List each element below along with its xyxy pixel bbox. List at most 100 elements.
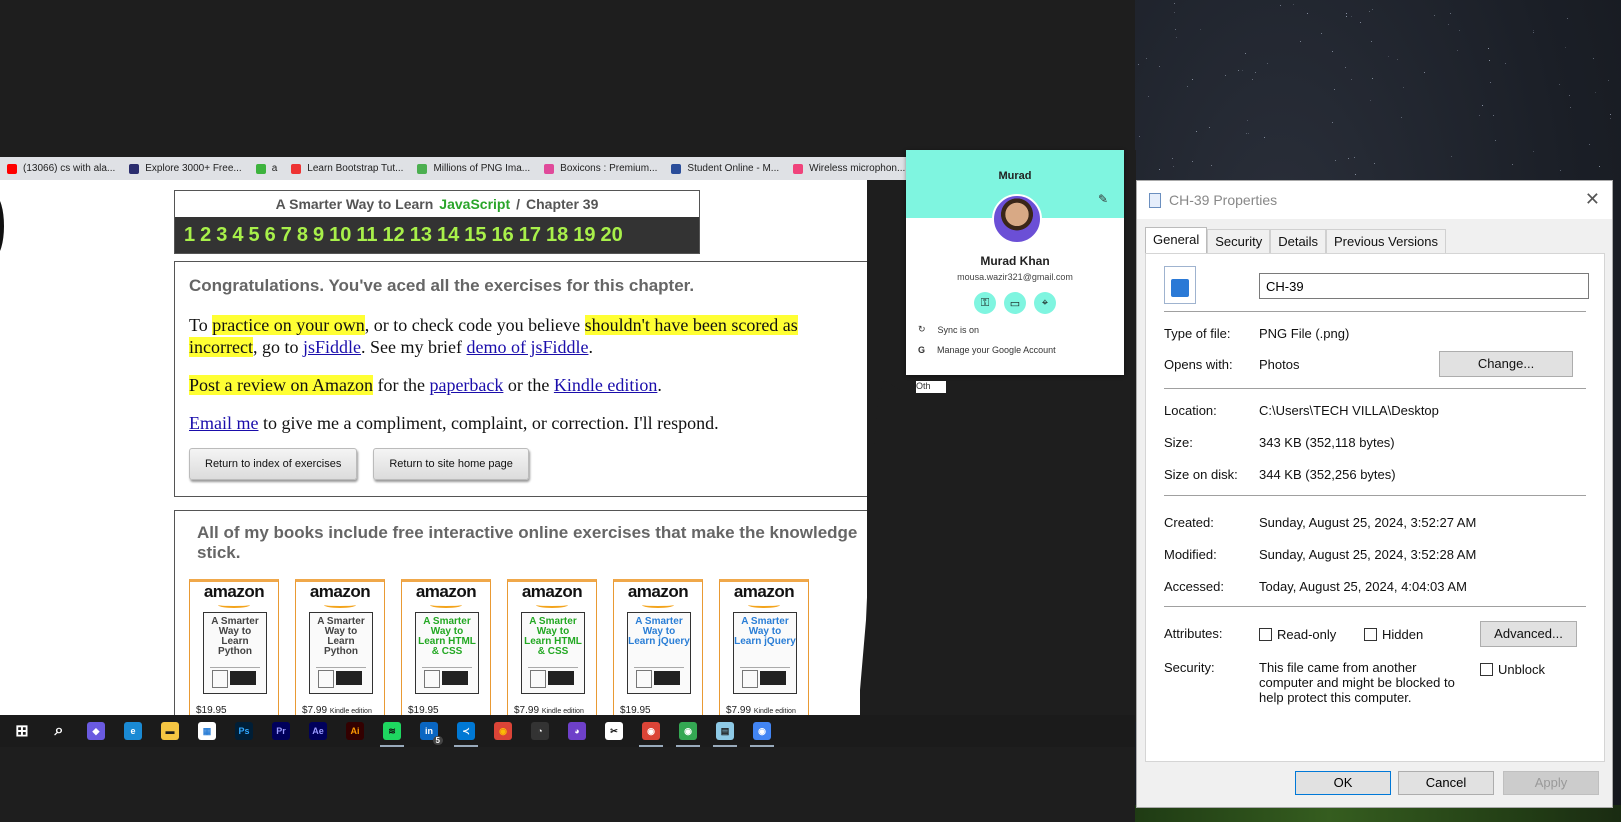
readonly-checkbox[interactable]: Read-only xyxy=(1259,627,1336,642)
modified-label: Modified: xyxy=(1164,547,1217,562)
bookmark-item[interactable]: Learn Bootstrap Tut... xyxy=(284,157,410,180)
linkedin-button[interactable]: in 5 xyxy=(415,717,443,745)
notification-badge: 5 xyxy=(432,736,443,745)
email-link[interactable]: Email me xyxy=(189,413,258,433)
jsfiddle-link[interactable]: jsFiddle xyxy=(303,337,361,357)
advanced-button[interactable]: Advanced... xyxy=(1480,621,1577,647)
unblock-checkbox[interactable]: Unblock xyxy=(1480,662,1545,677)
return-home-button[interactable]: Return to site home page xyxy=(373,448,529,480)
star-dot xyxy=(1280,5,1281,6)
chapter-number-link[interactable]: 17 xyxy=(519,224,541,247)
manage-account-row[interactable]: G Manage your Google Account xyxy=(906,345,1124,355)
photoshop-button[interactable]: Ps xyxy=(230,717,258,745)
password-key-icon[interactable]: ⚿ xyxy=(974,292,996,314)
chapter-number-link[interactable]: 1 xyxy=(184,224,195,247)
chapter-number-link[interactable]: 5 xyxy=(249,224,260,247)
sync-row[interactable]: ↻ Sync is on xyxy=(906,324,1124,335)
pngtree-icon xyxy=(417,163,428,174)
aftereffects-button[interactable]: Ae xyxy=(304,717,332,745)
github-button[interactable]: ◕ xyxy=(563,717,591,745)
chapter-number-link[interactable]: 19 xyxy=(573,224,595,247)
capcut-button[interactable]: ✂ xyxy=(600,717,628,745)
chrome-profile3-button[interactable]: ◉ xyxy=(748,717,776,747)
chapter-number-link[interactable]: 13 xyxy=(410,224,432,247)
chrome-profile2-button[interactable]: ◉ xyxy=(674,717,702,747)
change-button[interactable]: Change... xyxy=(1439,351,1573,377)
chapter-number-link[interactable]: 18 xyxy=(546,224,568,247)
paperback-link[interactable]: paperback xyxy=(429,375,503,395)
book-card[interactable]: amazon A Smarter Way to Learn Python $7.99… xyxy=(295,579,385,715)
star-dot xyxy=(1608,80,1609,81)
chapter-number-link[interactable]: 9 xyxy=(313,224,324,247)
chapter-number-link[interactable]: 3 xyxy=(216,224,227,247)
book-price: $19.95 xyxy=(620,705,651,715)
jsfiddle-demo-link[interactable]: demo of jsFiddle xyxy=(466,337,588,357)
chapter-number-link[interactable]: 8 xyxy=(297,224,308,247)
bookmark-item[interactable]: Explore 3000+ Free... xyxy=(122,157,248,180)
chrome-button[interactable]: ◉ xyxy=(489,717,517,745)
apply-button[interactable]: Apply xyxy=(1503,771,1599,795)
cancel-button[interactable]: Cancel xyxy=(1398,771,1494,795)
bookmark-item[interactable]: (13066) cs with ala... xyxy=(0,157,122,180)
chapter-number-link[interactable]: 14 xyxy=(437,224,459,247)
star-dot xyxy=(1374,163,1375,164)
close-icon[interactable]: ✕ xyxy=(1585,189,1600,210)
spotify-button[interactable]: ≋ xyxy=(378,717,406,747)
tab-details[interactable]: Details xyxy=(1270,229,1326,253)
star-dot xyxy=(1567,18,1568,19)
unblock-checkbox-box[interactable] xyxy=(1480,663,1493,676)
bookmark-item[interactable]: Boxicons : Premium... xyxy=(537,157,664,180)
chapter-number-link[interactable]: 20 xyxy=(601,224,623,247)
readonly-checkbox-box[interactable] xyxy=(1259,628,1272,641)
chapter-number-link[interactable]: 2 xyxy=(200,224,211,247)
star-dot xyxy=(1372,78,1373,79)
books-panel: All of my books include free interactive… xyxy=(174,510,867,715)
edit-pencil-icon[interactable]: ✎ xyxy=(1098,192,1108,206)
chrome-profile1-button[interactable]: ◉ xyxy=(637,717,665,747)
bookmark-item[interactable]: Student Online - M... xyxy=(664,157,786,180)
book-card[interactable]: amazon A Smarter Way to Learn jQuery $7.99… xyxy=(719,579,809,715)
ok-button[interactable]: OK xyxy=(1295,771,1391,795)
store-button[interactable]: ▦ xyxy=(193,717,221,745)
book-card[interactable]: amazon A Smarter Way to Learn HTML & CSS $… xyxy=(401,579,491,715)
edge-button[interactable]: e xyxy=(119,717,147,745)
chapter-number-link[interactable]: 15 xyxy=(464,224,486,247)
illustrator-button[interactable]: Ai xyxy=(341,717,369,745)
book-card[interactable]: amazon A Smarter Way to Learn jQuery $19.9… xyxy=(613,579,703,715)
chapter-title-subject[interactable]: JavaScript xyxy=(439,196,510,212)
bookmark-item[interactable]: Millions of PNG Ima... xyxy=(410,157,537,180)
premiere-button[interactable]: Pr xyxy=(267,717,295,745)
search-button[interactable]: ⌕ xyxy=(45,717,73,745)
chapter-number-link[interactable]: 11 xyxy=(356,224,377,247)
book-card[interactable]: amazon A Smarter Way to Learn HTML & CSS $… xyxy=(507,579,597,715)
address-pin-icon[interactable]: ⌖ xyxy=(1034,292,1056,314)
chapter-number-link[interactable]: 4 xyxy=(232,224,243,247)
start-button[interactable]: ⊞ xyxy=(8,717,36,745)
filename-input[interactable] xyxy=(1259,273,1589,299)
chapter-number-link[interactable]: 16 xyxy=(492,224,514,247)
obs-button[interactable]: ◔ xyxy=(526,717,554,745)
notepad-button[interactable]: ▤ xyxy=(711,717,739,747)
copilot-button[interactable]: ◆ xyxy=(82,717,110,745)
book-card[interactable]: amazon A Smarter Way to Learn Python $19.9… xyxy=(189,579,279,715)
return-index-button[interactable]: Return to index of exercises xyxy=(189,448,358,480)
tab-general[interactable]: General xyxy=(1145,227,1208,254)
chapter-number-link[interactable]: 7 xyxy=(281,224,292,247)
tab-previous-versions[interactable]: Previous Versions xyxy=(1325,229,1447,253)
explorer-button[interactable]: ▬ xyxy=(156,717,184,745)
hidden-checkbox[interactable]: Hidden xyxy=(1364,627,1423,642)
star-dot xyxy=(1348,158,1349,159)
vscode-button[interactable]: ≺ xyxy=(452,717,480,747)
tab-security[interactable]: Security xyxy=(1207,229,1271,253)
bookmark-item[interactable]: a xyxy=(249,157,285,180)
chapter-number-link[interactable]: 10 xyxy=(329,224,351,247)
google-g-icon: G xyxy=(918,345,926,355)
chapter-number-link[interactable]: 12 xyxy=(383,224,405,247)
hidden-checkbox-box[interactable] xyxy=(1364,628,1377,641)
kindle-link[interactable]: Kindle edition xyxy=(554,375,657,395)
payment-card-icon[interactable]: ▭ xyxy=(1004,292,1026,314)
star-dot xyxy=(1293,4,1294,5)
chapter-number-link[interactable]: 6 xyxy=(265,224,276,247)
book-price: $19.95 xyxy=(196,705,227,715)
profile-email: mousa.wazir321@gmail.com xyxy=(957,272,1073,282)
